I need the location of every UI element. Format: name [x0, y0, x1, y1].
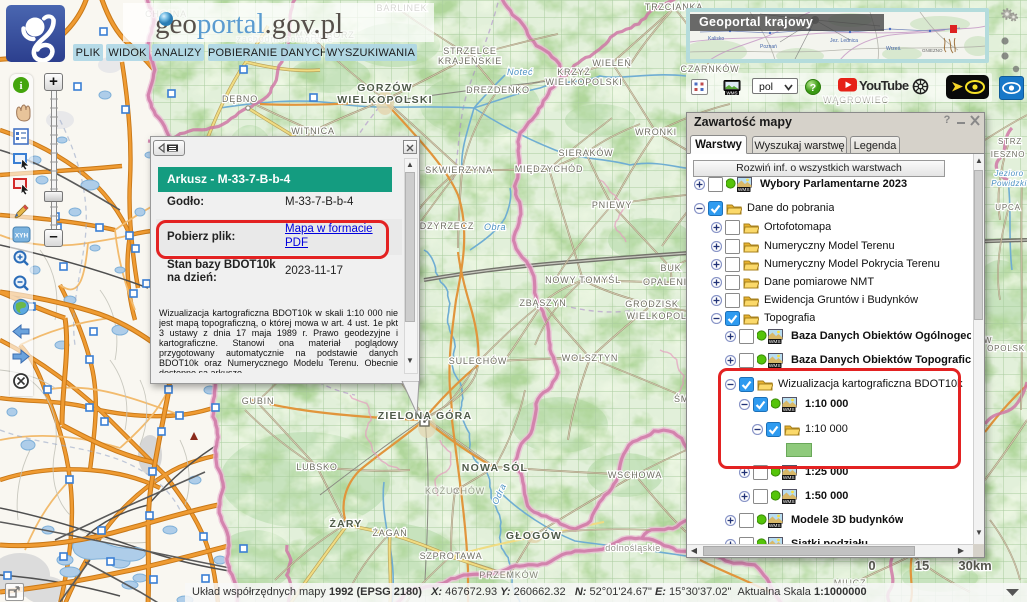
svg-text:ŻAGAŃ: ŻAGAŃ: [372, 528, 407, 538]
svg-text:GUBIN: GUBIN: [242, 396, 275, 406]
svg-text:WIELEŃ: WIELEŃ: [592, 58, 631, 68]
svg-text:IESZNO: IESZNO: [991, 150, 1026, 159]
svg-text:dolnośląskie: dolnośląskie: [605, 543, 661, 553]
svg-text:i: i: [19, 80, 22, 92]
svg-text:GRODZISK: GRODZISK: [625, 299, 678, 309]
svg-text:BUK: BUK: [661, 263, 682, 273]
svg-text:Wrześ.: Wrześ.: [886, 46, 901, 52]
svg-text:GNIEZNO: GNIEZNO: [922, 48, 943, 53]
svg-text:?: ?: [810, 82, 816, 94]
svg-text:GŁOGÓW: GŁOGÓW: [506, 529, 562, 542]
svg-text:DZYRZECZ: DZYRZECZ: [420, 221, 474, 231]
svg-text:OPOLSK: OPOLSK: [987, 344, 1025, 353]
svg-text:WMS: WMS: [738, 187, 750, 192]
svg-text:DĘBNO: DĘBNO: [222, 94, 258, 104]
svg-text:Kalisko: Kalisko: [708, 36, 724, 42]
svg-text:WSCHOWA: WSCHOWA: [608, 470, 662, 480]
svg-text:GORZÓW: GORZÓW: [357, 81, 413, 94]
svg-text:WMS: WMS: [727, 91, 738, 95]
svg-text:Noteć: Noteć: [507, 67, 533, 77]
svg-text:SIERAKÓW: SIERAKÓW: [559, 148, 614, 158]
svg-text:SZPROTAWA: SZPROTAWA: [420, 551, 483, 561]
svg-text:WMS: WMS: [783, 499, 795, 504]
svg-text:15: 15: [915, 558, 929, 573]
svg-text:Poznań: Poznań: [760, 44, 777, 50]
svg-text:MIĘDZYCHÓD: MIĘDZYCHÓD: [515, 164, 584, 174]
svg-text:Jez. Lednica: Jez. Lednica: [830, 38, 858, 44]
svg-text:Jezioro: Jezioro: [993, 169, 1023, 178]
svg-text:WMS: WMS: [783, 475, 795, 480]
svg-text:WIELKOPOLS: WIELKOPOLS: [626, 311, 693, 321]
svg-text:SKWIERZYNA: SKWIERZYNA: [425, 165, 493, 175]
svg-text:KOŻUCHÓW: KOŻUCHÓW: [425, 486, 485, 496]
svg-text:ZBĄSZYN: ZBĄSZYN: [519, 298, 566, 308]
svg-text:DREZDENKO: DREZDENKO: [466, 85, 530, 95]
svg-text:WIELKOPOLSKI: WIELKOPOLSKI: [337, 94, 432, 106]
svg-text:Powidzki: Powidzki: [991, 179, 1027, 188]
svg-text:ŻARY: ŻARY: [330, 517, 363, 530]
svg-text:KRAJEŃSKIE: KRAJEŃSKIE: [438, 56, 502, 66]
svg-text:XYH: XYH: [15, 233, 29, 240]
svg-text:PRZEMKÓW: PRZEMKÓW: [479, 570, 538, 580]
svg-text:STRZELCE: STRZELCE: [443, 46, 496, 56]
svg-text:WRONKI: WRONKI: [635, 127, 677, 137]
svg-text:STRZ: STRZ: [998, 137, 1022, 146]
svg-text:WOLSZTYN: WOLSZTYN: [562, 353, 618, 363]
svg-text:WITNICA: WITNICA: [291, 126, 335, 136]
svg-text:LUBSKO: LUBSKO: [296, 462, 337, 472]
svg-text:KRZYŻ: KRZYŻ: [557, 67, 591, 77]
svg-text:NOWA SÓL: NOWA SÓL: [462, 461, 528, 474]
svg-text:Obra: Obra: [484, 222, 506, 232]
svg-text:30km: 30km: [958, 558, 991, 573]
svg-text:ZIELONA GÓRA: ZIELONA GÓRA: [378, 409, 473, 422]
svg-text:0: 0: [868, 558, 875, 573]
svg-text:NOWY TOMYŚL: NOWY TOMYŚL: [545, 274, 621, 285]
svg-text:SULECHÓW: SULECHÓW: [449, 356, 507, 366]
svg-text:WMS: WMS: [769, 339, 781, 344]
svg-text:WMS: WMS: [769, 523, 781, 528]
svg-text:W: W: [984, 336, 992, 345]
svg-text:UPCA: UPCA: [995, 203, 1020, 212]
svg-text:PNIEWY: PNIEWY: [592, 200, 632, 210]
svg-text:WIELKOPOLSKI: WIELKOPOLSKI: [545, 77, 622, 87]
